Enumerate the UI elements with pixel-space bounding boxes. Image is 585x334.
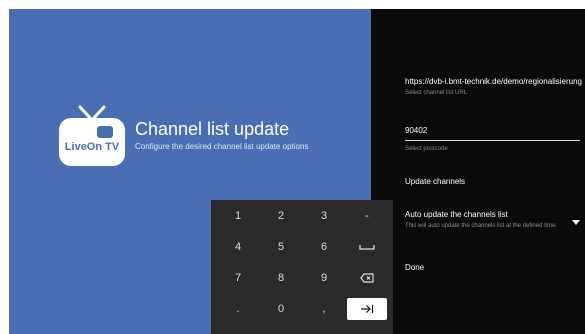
key-5[interactable]: 5 — [261, 236, 301, 258]
space-icon — [359, 245, 375, 250]
done-button[interactable]: Done — [405, 263, 424, 272]
key-minus[interactable]: - — [347, 205, 387, 227]
page-title: Channel list update — [135, 119, 290, 139]
key-comma[interactable]: , — [304, 298, 344, 320]
key-1[interactable]: 1 — [218, 205, 258, 227]
tv-screen-icon — [97, 126, 113, 138]
channel-list-url[interactable]: https://dvb-i.bmt-technik.de/demo/region… — [405, 77, 582, 86]
postcode-input[interactable] — [405, 122, 580, 141]
key-4[interactable]: 4 — [218, 236, 258, 258]
backspace-icon — [360, 273, 374, 283]
auto-update-description: This will auto update the channels list … — [405, 223, 558, 229]
settings-panel: https://dvb-i.bmt-technik.de/demo/region… — [371, 9, 585, 334]
next-icon — [361, 305, 374, 314]
postcode-hint: Select postcode — [405, 146, 448, 152]
liveon-tv-logo: LiveOn TV — [59, 104, 125, 166]
key-2[interactable]: 2 — [261, 205, 301, 227]
key-backspace[interactable] — [347, 267, 387, 289]
logo-text: LiveOn TV — [64, 141, 120, 153]
screen: LiveOn TV Channel list update Configure … — [9, 9, 585, 334]
key-6[interactable]: 6 — [304, 236, 344, 258]
dropdown-arrow-icon[interactable] — [572, 220, 580, 225]
key-8[interactable]: 8 — [261, 267, 301, 289]
page-subtitle: Configure the desired channel list updat… — [135, 142, 309, 151]
channel-list-url-hint: Select channel list URL — [405, 90, 468, 96]
auto-update-option[interactable]: Auto update the channels list — [405, 210, 508, 219]
key-space[interactable] — [347, 236, 387, 258]
key-next[interactable] — [347, 298, 387, 320]
update-channels-button[interactable]: Update channels — [405, 177, 465, 186]
key-dot[interactable]: . — [218, 298, 258, 320]
key-7[interactable]: 7 — [218, 267, 258, 289]
key-3[interactable]: 3 — [304, 205, 344, 227]
key-0[interactable]: 0 — [261, 298, 301, 320]
numeric-keypad: 1 2 3 - 4 5 6 7 8 9 . 0 , — [211, 200, 393, 334]
key-9[interactable]: 9 — [304, 267, 344, 289]
